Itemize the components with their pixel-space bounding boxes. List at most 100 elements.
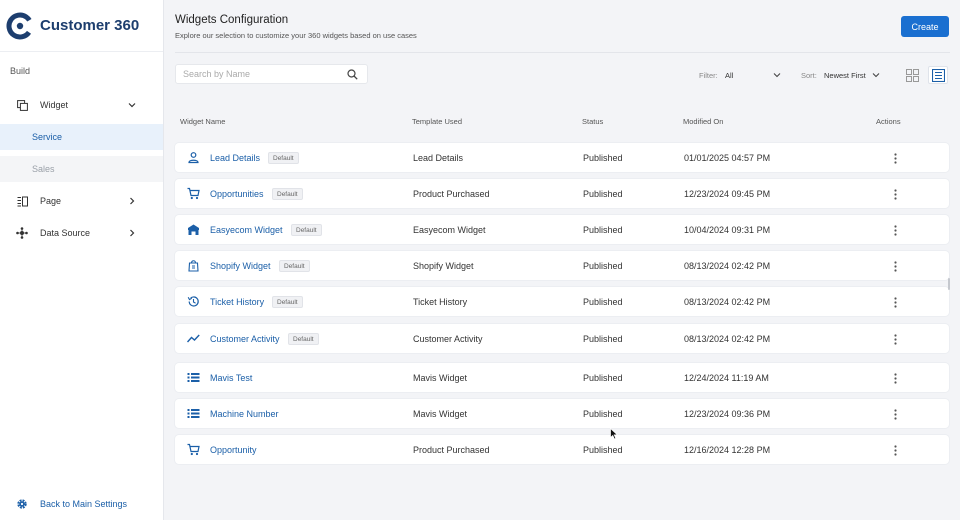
sidebar-item-data-source[interactable]: Data Source [0,220,163,246]
filter-select[interactable]: All [725,67,781,83]
more-actions-button[interactable] [888,406,902,422]
chevron-right-icon [130,197,135,205]
modified-on: 01/01/2025 04:57 PM [684,153,771,163]
page-title: Widgets Configuration [175,14,289,26]
more-actions-button[interactable] [888,150,902,166]
more-actions-button[interactable] [888,331,902,347]
column-header-status: Status [582,117,604,126]
sidebar-item-service[interactable]: Service [0,124,163,150]
gear-icon [16,498,28,510]
default-badge: Default [291,224,322,236]
table-row[interactable]: Shopify Widget Default Shopify Widget Publi… [175,251,949,280]
modified-on: 08/13/2024 02:42 PM [684,334,771,344]
scrollbar-thumb[interactable] [948,278,950,290]
chevron-down-icon [128,103,136,108]
sidebar-item-widget-label: Widget [40,100,69,110]
sidebar-item-data-source-label: Data Source [40,228,91,238]
sort-select[interactable]: Newest First [824,67,880,83]
cart-icon [187,443,200,456]
column-header-actions: Actions [876,117,901,126]
filter-label: Filter: [699,71,718,80]
table-row[interactable]: Lead Details Default Lead Details Published… [175,143,949,172]
status-text: Published [583,334,623,344]
widget-name-link[interactable]: Ticket History [210,297,264,307]
table-row[interactable]: Opportunity Product Purchased Published 12/… [175,435,949,464]
more-actions-button[interactable] [888,370,902,386]
sidebar-item-sales[interactable]: Sales [0,156,163,182]
brand-header: Customer 360 [0,0,163,52]
template-used: Mavis Widget [413,409,468,419]
more-actions-button[interactable] [888,186,902,202]
kebab-menu-icon [893,224,897,236]
status-text: Published [583,153,623,163]
more-actions-button[interactable] [888,258,902,274]
modified-on: 08/13/2024 02:42 PM [684,297,771,307]
table-row[interactable]: Easyecom Widget Default Easyecom Widget Pub… [175,215,949,244]
kebab-menu-icon [893,408,897,420]
modified-on: 12/24/2024 11:19 AM [684,373,769,383]
back-to-main-settings-link[interactable]: Back to Main Settings [0,494,163,514]
default-badge: Default [272,296,303,308]
more-actions-button[interactable] [888,294,902,310]
store-icon [187,223,200,236]
default-badge: Default [272,188,303,200]
modified-on: 12/23/2024 09:36 PM [684,409,771,419]
kebab-menu-icon [893,188,897,200]
data-source-icon [16,227,28,239]
table-row[interactable]: Opportunities Default Product Purchased Pub… [175,179,949,208]
column-header-modified-on: Modified On [683,117,724,126]
default-badge: Default [288,333,319,345]
kebab-menu-icon [893,444,897,456]
table-row[interactable]: Mavis Test Mavis Widget Published 12/24/202… [175,363,949,392]
search-input[interactable] [176,69,341,79]
grid-view-button[interactable] [902,66,922,84]
sidebar-item-page[interactable]: Page [0,188,163,214]
widget-name-link[interactable]: Opportunity [210,445,257,455]
more-actions-button[interactable] [888,222,902,238]
sidebar: Customer 360 Build Widget Service Sales … [0,0,164,520]
trending-icon [186,332,200,345]
template-used: Customer Activity [413,334,483,344]
kebab-menu-icon [893,372,897,384]
search-box [175,64,368,84]
kebab-menu-icon [893,260,897,272]
build-section-label: Build [10,66,31,76]
template-used: Ticket History [413,297,468,307]
widget-name-link[interactable]: Customer Activity [210,334,280,344]
brand-logo-icon [6,12,34,39]
widget-name-link[interactable]: Opportunities [210,189,264,199]
more-actions-button[interactable] [888,442,902,458]
app-title: Customer 360 [40,17,140,34]
modified-on: 12/16/2024 12:28 PM [684,445,771,455]
kebab-menu-icon [893,296,897,308]
sidebar-item-page-label: Page [40,196,62,206]
modified-on: 12/23/2024 09:45 PM [684,189,771,199]
kebab-menu-icon [893,152,897,164]
template-used: Lead Details [413,153,464,163]
status-text: Published [583,445,623,455]
widget-name-link[interactable]: Easyecom Widget [210,225,283,235]
modified-on: 08/13/2024 02:42 PM [684,261,771,271]
cart-icon [187,187,200,200]
list-view-button[interactable] [928,66,948,84]
table-row[interactable]: Customer Activity Default Customer Activit… [175,324,949,353]
widget-name-link[interactable]: Lead Details [210,153,260,163]
table-row[interactable]: Ticket History Default Ticket History Publi… [175,287,949,316]
status-text: Published [583,373,623,383]
status-text: Published [583,297,623,307]
widget-name-link[interactable]: Mavis Test [210,373,252,383]
widget-name-link[interactable]: Shopify Widget [210,261,271,271]
widget-name-link[interactable]: Machine Number [210,409,279,419]
widget-icon [16,99,28,111]
column-header-template-used: Template Used [412,117,463,126]
create-button[interactable]: Create [901,16,949,37]
sidebar-item-widget[interactable]: Widget [0,92,163,118]
table-row[interactable]: Machine Number Mavis Widget Published 12/23… [175,399,949,428]
page-subtitle: Explore our selection to customize your … [175,31,417,40]
template-used: Mavis Widget [413,373,468,383]
column-header-widget-name: Widget Name [180,117,226,126]
shopify-bag-icon [187,259,200,272]
history-icon [187,295,200,308]
list-icon [187,371,200,384]
search-icon[interactable] [347,69,358,80]
